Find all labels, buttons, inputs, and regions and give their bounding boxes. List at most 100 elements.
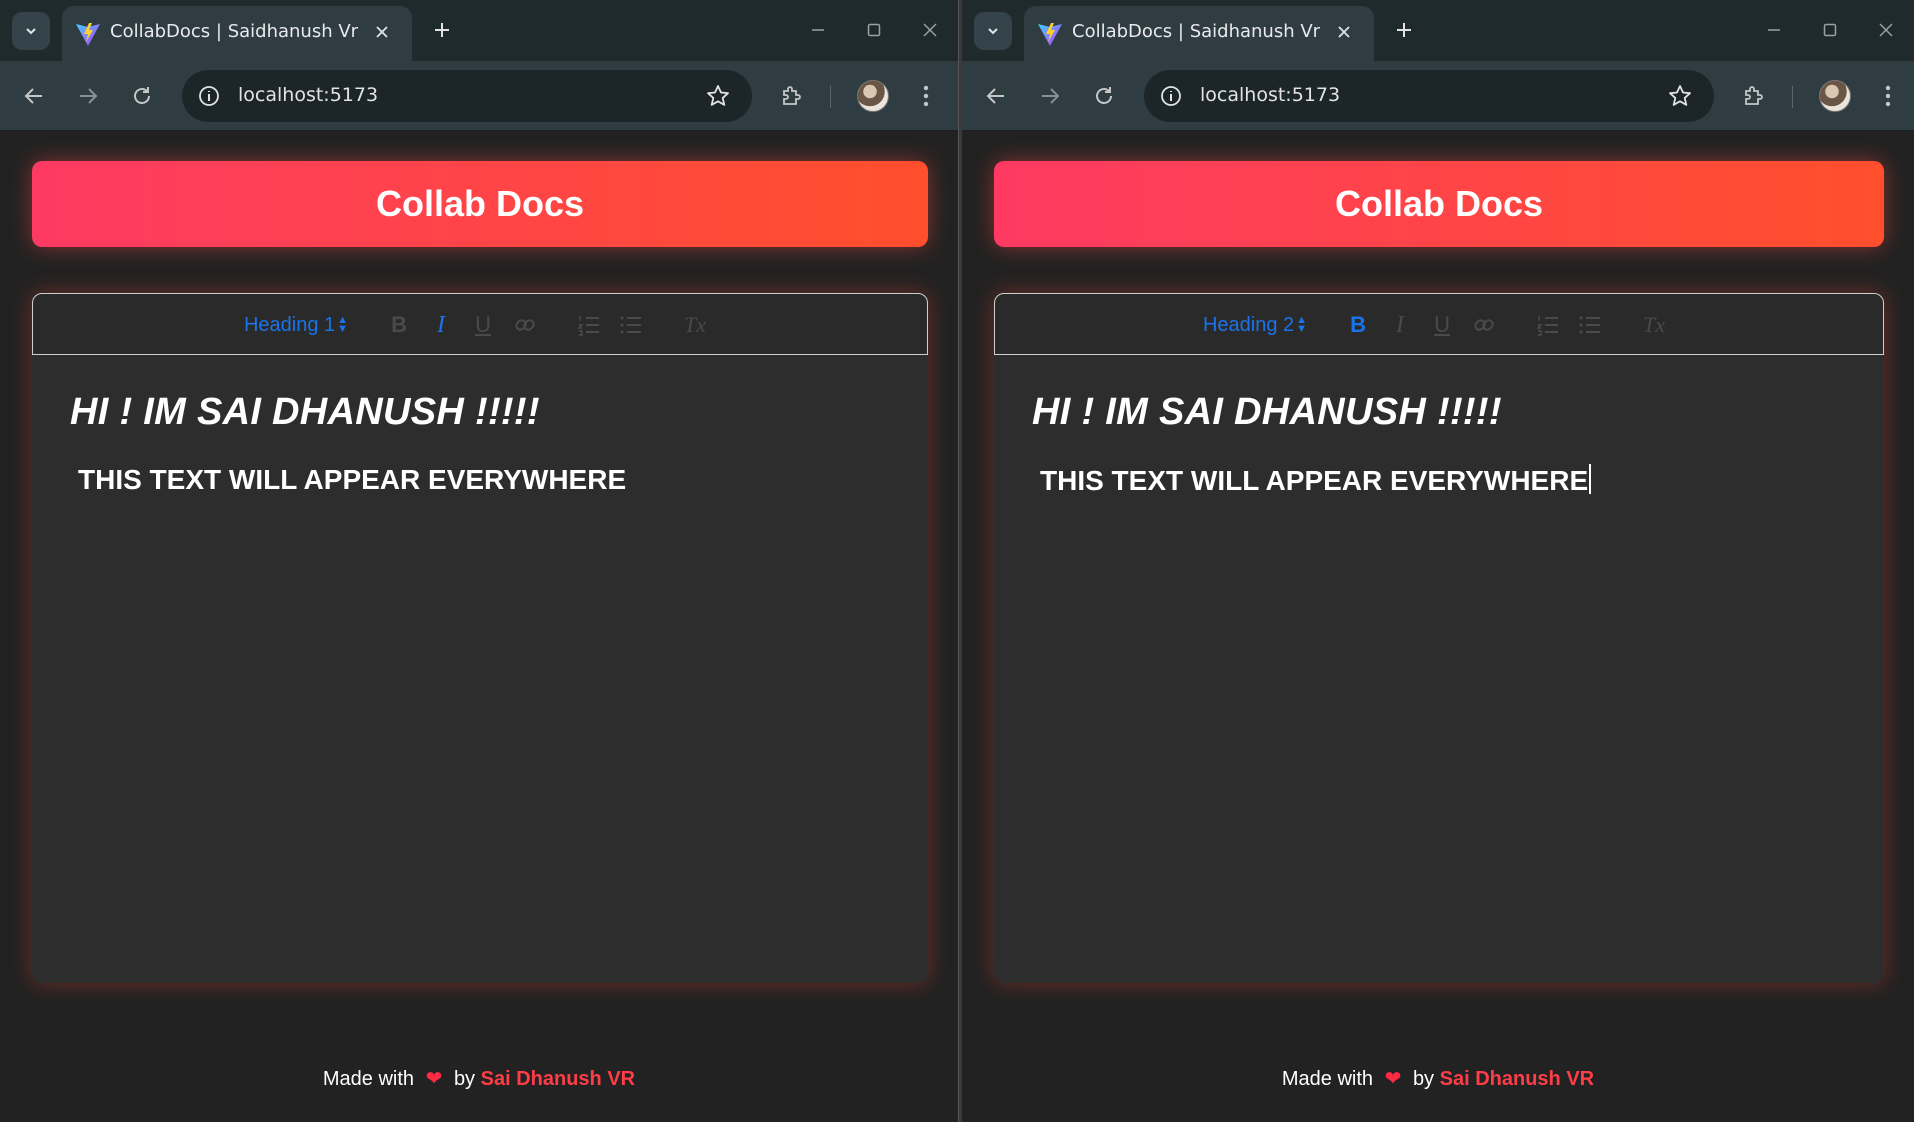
url-text[interactable]: localhost:5173 xyxy=(1200,84,1340,106)
forward-button[interactable] xyxy=(1032,78,1068,114)
editor-content[interactable]: HI ! IM SAI DHANUSH !!!!! THIS TEXT WILL… xyxy=(994,355,1884,983)
info-icon[interactable] xyxy=(196,83,222,109)
underline-icon: U xyxy=(1434,312,1450,337)
footer-made-with: Made with xyxy=(1281,1068,1374,1090)
bullet-list-button[interactable] xyxy=(1569,305,1611,345)
profile-avatar[interactable] xyxy=(1819,80,1851,112)
minimize-icon xyxy=(812,29,824,31)
picker-arrows-icon: ▲ ▼ xyxy=(1296,314,1308,335)
link-icon xyxy=(1474,319,1494,331)
puzzle-icon xyxy=(1745,86,1763,105)
footer-author: Sai Dhanush VR xyxy=(1439,1068,1595,1090)
editor-container: Heading 1 ▲ ▼ B I U Tx HI ! IM SAI DHANU… xyxy=(32,293,928,983)
url-text[interactable]: localhost:5173 xyxy=(238,84,378,106)
tab-strip: CollabDocs | Saidhanush Vr xyxy=(0,0,958,61)
reload-button[interactable] xyxy=(124,78,160,114)
ordered-list-button[interactable] xyxy=(1527,305,1569,345)
bold-icon: B xyxy=(391,312,407,337)
extensions-button[interactable] xyxy=(773,78,809,114)
close-tab-icon[interactable] xyxy=(368,18,396,46)
puzzle-icon xyxy=(783,86,801,105)
reload-button[interactable] xyxy=(1086,78,1122,114)
tab-search-button[interactable] xyxy=(12,12,50,50)
arrow-right-icon xyxy=(80,88,98,104)
close-tab-icon[interactable] xyxy=(1330,18,1358,46)
toolbar-divider xyxy=(1792,86,1793,108)
maximize-button[interactable] xyxy=(852,10,896,50)
maximize-icon xyxy=(1823,23,1837,37)
info-icon[interactable] xyxy=(1158,83,1184,109)
close-window-button[interactable] xyxy=(1864,10,1908,50)
bullet-list-icon xyxy=(620,316,642,334)
plus-icon xyxy=(1397,23,1411,37)
maximize-button[interactable] xyxy=(1808,10,1852,50)
heading-picker-label: Heading 2 xyxy=(1202,313,1295,336)
italic-button[interactable]: I xyxy=(420,305,462,345)
heading-picker[interactable]: Heading 1 ▲ ▼ xyxy=(244,314,348,337)
browser-toolbar: localhost:5173 xyxy=(962,61,1914,131)
maximize-icon xyxy=(867,23,881,37)
minimize-button[interactable] xyxy=(796,10,840,50)
clear-format-icon: Tx xyxy=(684,312,707,337)
link-button[interactable] xyxy=(504,305,546,345)
new-tab-button[interactable] xyxy=(1388,14,1420,46)
bookmark-star-icon[interactable] xyxy=(1666,82,1694,110)
arrow-left-icon xyxy=(24,88,42,104)
new-tab-button[interactable] xyxy=(426,14,458,46)
bold-button[interactable]: B xyxy=(1337,305,1379,345)
address-bar[interactable]: localhost:5173 xyxy=(182,70,752,122)
content-line: THIS TEXT WILL APPEAR EVERYWHERE xyxy=(1032,464,1846,497)
browser-tab[interactable]: CollabDocs | Saidhanush Vr xyxy=(62,6,412,61)
browser-toolbar: localhost:5173 xyxy=(0,61,958,131)
address-bar[interactable]: localhost:5173 xyxy=(1144,70,1714,122)
minimize-button[interactable] xyxy=(1752,10,1796,50)
extensions-button[interactable] xyxy=(1735,78,1771,114)
ordered-list-button[interactable] xyxy=(568,305,610,345)
heading-picker-label: Heading 1 xyxy=(243,313,336,336)
browser-tab[interactable]: CollabDocs | Saidhanush Vr xyxy=(1024,6,1374,61)
reload-icon xyxy=(134,87,150,104)
link-button[interactable] xyxy=(1463,305,1505,345)
browser-menu-button[interactable] xyxy=(908,78,944,114)
underline-button[interactable]: U xyxy=(462,305,504,345)
browser-window-right: CollabDocs | Saidhanush Vr localhost:517… xyxy=(962,0,1914,1122)
profile-avatar[interactable] xyxy=(857,80,889,112)
tab-search-button[interactable] xyxy=(974,12,1012,50)
footer-author: Sai Dhanush VR xyxy=(480,1068,636,1090)
underline-button[interactable]: U xyxy=(1421,305,1463,345)
close-icon xyxy=(1879,23,1893,37)
clear-format-icon: Tx xyxy=(1643,312,1666,337)
kebab-menu-icon xyxy=(923,85,929,107)
clear-format-button[interactable]: Tx xyxy=(674,305,716,345)
bullet-list-icon xyxy=(1579,316,1601,334)
forward-button[interactable] xyxy=(70,78,106,114)
minimize-icon xyxy=(1768,29,1780,31)
app-page: Collab Docs Heading 2 ▲ ▼ B I U Tx HI ! … xyxy=(962,131,1914,1122)
vite-logo-icon xyxy=(1038,23,1062,46)
arrow-right-icon xyxy=(1042,88,1060,104)
editor-content[interactable]: HI ! IM SAI DHANUSH !!!!! THIS TEXT WILL… xyxy=(32,355,928,983)
heading-picker[interactable]: Heading 2 ▲ ▼ xyxy=(1203,314,1307,337)
chevron-down-icon xyxy=(988,28,998,35)
italic-icon: I xyxy=(1396,311,1405,338)
close-window-button[interactable] xyxy=(908,10,952,50)
ordered-list-icon xyxy=(577,316,600,336)
ordered-list-icon xyxy=(1536,316,1559,336)
back-button[interactable] xyxy=(16,78,52,114)
kebab-menu-icon xyxy=(1885,85,1891,107)
link-icon xyxy=(515,319,535,331)
footer: Made with ❤ by Sai Dhanush VR xyxy=(962,1066,1914,1091)
footer-by: by xyxy=(1412,1068,1435,1090)
clear-format-button[interactable]: Tx xyxy=(1633,305,1675,345)
editor-toolbar: Heading 2 ▲ ▼ B I U Tx xyxy=(994,293,1884,355)
bold-button[interactable]: B xyxy=(378,305,420,345)
bookmark-star-icon[interactable] xyxy=(704,82,732,110)
close-icon xyxy=(923,23,937,37)
tab-title: CollabDocs | Saidhanush Vr xyxy=(110,21,359,42)
italic-button[interactable]: I xyxy=(1379,305,1421,345)
bullet-list-button[interactable] xyxy=(610,305,652,345)
back-button[interactable] xyxy=(978,78,1014,114)
browser-menu-button[interactable] xyxy=(1870,78,1906,114)
arrow-left-icon xyxy=(986,88,1004,104)
italic-icon: I xyxy=(437,311,446,338)
